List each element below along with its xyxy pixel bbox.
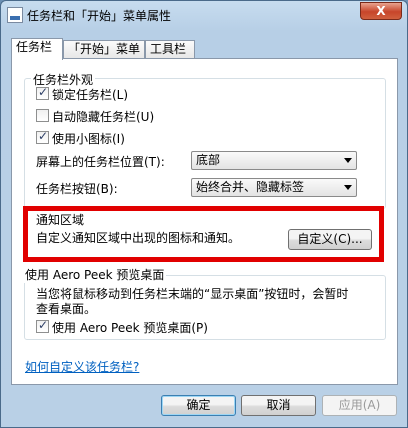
lock-taskbar-label: 锁定任务栏(L) — [52, 88, 129, 102]
autohide-label: 自动隐藏任务栏(U) — [52, 110, 155, 124]
tab-start-menu[interactable]: 「开始」菜单 — [63, 40, 145, 59]
help-link[interactable]: 如何自定义该任务栏? — [25, 358, 139, 375]
chevron-down-icon — [344, 158, 352, 163]
window-title: 任务栏和「开始」菜单属性 — [27, 9, 172, 23]
title-bar[interactable]: 任务栏和「开始」菜单属性 X — [1, 1, 407, 29]
notification-area-highlight — [23, 206, 384, 262]
aero-peek-description-2: 查看桌面。 — [36, 302, 97, 316]
apply-button[interactable]: 应用(A) — [322, 395, 397, 416]
small-icons-label: 使用小图标(I) — [52, 132, 125, 146]
properties-window: 任务栏和「开始」菜单属性 X 任务栏 「开始」菜单 工具栏 任务栏外观 锁定任务… — [0, 0, 408, 428]
chevron-down-icon — [344, 185, 352, 190]
small-icons-checkbox[interactable] — [36, 129, 49, 144]
lock-taskbar-checkbox[interactable] — [36, 85, 49, 100]
aero-peek-checkbox-label: 使用 Aero Peek 预览桌面(P) — [52, 321, 208, 335]
close-button[interactable]: X — [360, 2, 402, 20]
location-value: 底部 — [196, 153, 221, 167]
cancel-button[interactable]: 取消 — [241, 395, 316, 416]
location-dropdown[interactable]: 底部 — [191, 151, 357, 170]
location-label: 屏幕上的任务栏位置(T): — [36, 155, 165, 169]
buttons-label: 任务栏按钮(B): — [36, 182, 118, 196]
aero-peek-checkbox[interactable] — [36, 318, 49, 333]
tab-toolbars[interactable]: 工具栏 — [145, 40, 195, 59]
buttons-value: 始终合并、隐藏标签 — [196, 180, 305, 194]
autohide-checkbox[interactable] — [36, 109, 49, 122]
buttons-dropdown[interactable]: 始终合并、隐藏标签 — [191, 178, 357, 197]
ok-button[interactable]: 确定 — [161, 395, 236, 416]
tab-taskbar[interactable]: 任务栏 — [11, 38, 63, 60]
taskbar-properties-icon — [7, 7, 23, 23]
aero-peek-group-title: 使用 Aero Peek 预览桌面 — [23, 266, 167, 283]
